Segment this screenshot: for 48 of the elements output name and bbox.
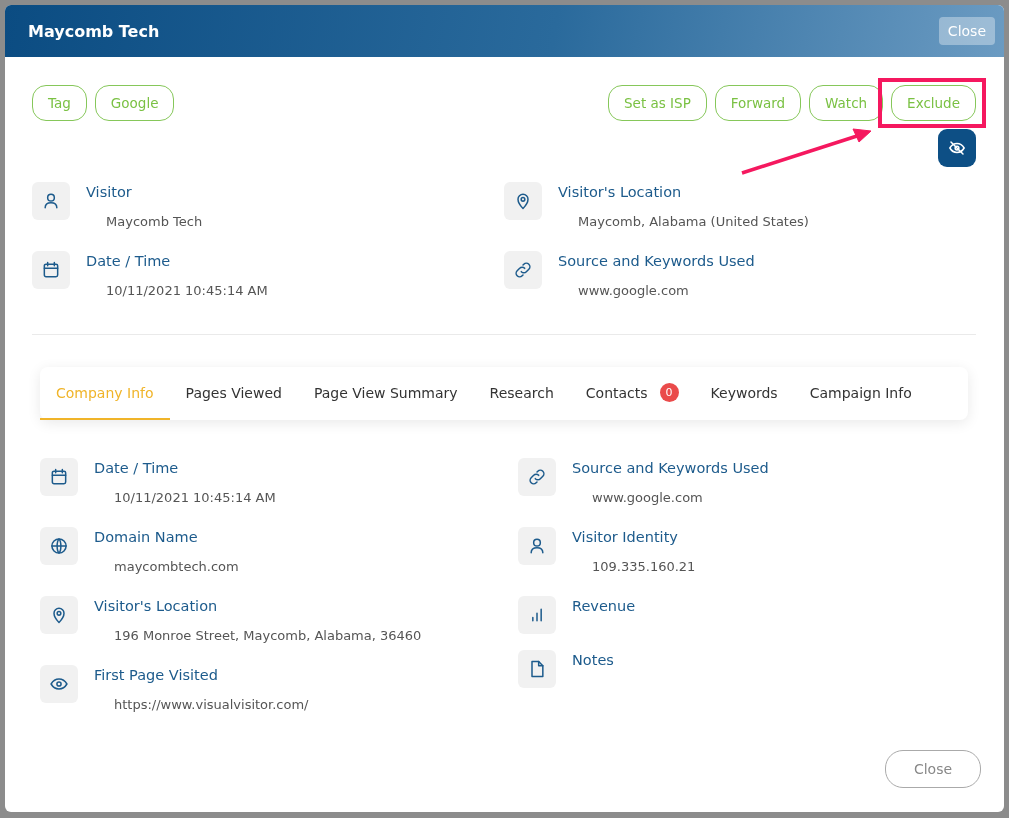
action-button[interactable]: Set as ISP <box>608 85 707 121</box>
tab[interactable]: Company Info <box>40 367 170 420</box>
person-icon <box>527 536 547 556</box>
calendar-icon <box>49 467 69 487</box>
field-value: 109.335.160.21 <box>592 559 696 574</box>
field-label: Source and Keywords Used <box>572 460 769 476</box>
action-button[interactable]: Google <box>94 85 175 121</box>
globe-icon <box>49 536 69 556</box>
person-icon <box>41 191 61 211</box>
field-label: First Page Visited <box>94 667 219 683</box>
field-label: Notes <box>572 652 614 668</box>
field-label: Source and Keywords Used <box>558 253 755 269</box>
field-value: 10/11/2021 10:45:14 AM <box>106 283 268 298</box>
tab[interactable]: Keywords <box>694 367 794 420</box>
eye-off-icon <box>948 139 966 157</box>
field-value: 10/11/2021 10:45:14 AM <box>114 490 276 505</box>
field-label: Visitor's Location <box>558 184 683 200</box>
field-label: Date / Time <box>86 253 172 269</box>
field-value: maycombtech.com <box>114 559 239 574</box>
field-value: www.google.com <box>592 490 704 505</box>
field-label: Visitor Identity <box>572 529 679 545</box>
tab[interactable]: Pages Viewed <box>169 367 298 420</box>
close-button[interactable]: Close <box>885 750 981 788</box>
tab[interactable]: Research <box>473 367 570 420</box>
tab[interactable]: Contacts 0 <box>569 367 695 420</box>
link-icon <box>513 260 533 280</box>
window-title: Maycomb Tech <box>28 21 160 41</box>
action-button[interactable]: Watch <box>809 85 884 121</box>
field-value: www.google.com <box>578 283 690 298</box>
action-button[interactable]: Tag <box>32 85 87 121</box>
field-label: Visitor <box>86 184 133 200</box>
count-badge: 0 <box>659 383 679 402</box>
field-value: 196 Monroe Street, Maycomb, Alabama, 36460 <box>114 628 422 643</box>
tab[interactable]: Campaign Info <box>793 367 928 420</box>
field-label: Revenue <box>572 598 636 614</box>
field-value: https://www.visualvisitor.com/ <box>114 697 309 712</box>
link-icon <box>527 467 547 487</box>
field-label: Visitor's Location <box>94 598 219 614</box>
close-button[interactable]: Close <box>938 17 995 45</box>
action-button[interactable]: Forward <box>714 85 802 121</box>
tab[interactable]: Page View Summary <box>297 367 474 420</box>
field-label: Domain Name <box>94 529 199 545</box>
field-value: Maycomb, Alabama (United States) <box>578 214 809 229</box>
hide-button[interactable] <box>938 129 976 167</box>
action-button[interactable]: Exclude <box>891 85 976 121</box>
field-value: Maycomb Tech <box>106 214 203 229</box>
calendar-icon <box>41 260 61 280</box>
field-label: Date / Time <box>94 460 180 476</box>
